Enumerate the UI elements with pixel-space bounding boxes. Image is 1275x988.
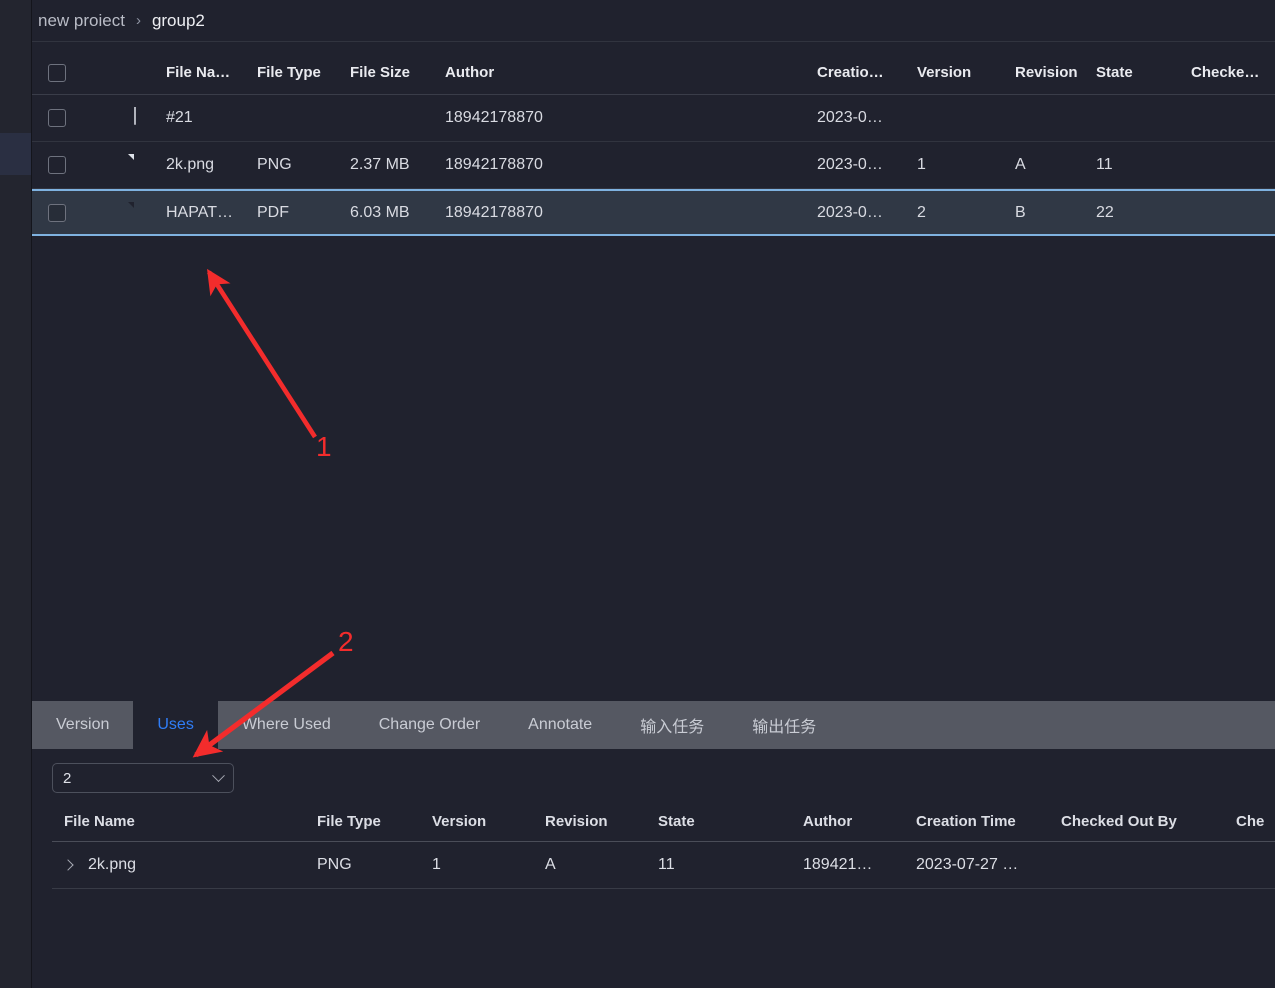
column-header-version[interactable]: Version [432,813,545,830]
cell-creation-time: 2023-0… [817,203,883,221]
uses-row-name-cell: 2k.png [52,856,317,874]
row-select-cell [32,109,125,127]
tab-uses[interactable]: Uses [133,701,218,749]
detail-panel: Version Uses Where Used Change Order Ann… [32,701,1275,889]
cell-creation-time: 2023-07-27 … [916,856,1019,873]
column-header-author[interactable]: Author [803,813,916,830]
cell-file-type: PDF [257,203,289,221]
column-header-file-name[interactable]: File Na… [162,64,255,82]
column-header-creation-time[interactable]: Creatio… [815,64,915,82]
column-header-checked-out-by[interactable]: Checked Out By [1061,813,1236,830]
annotation-label-2: 2 [338,626,354,657]
column-header-file-type[interactable]: File Type [317,813,432,830]
cell-author: 18942178870 [445,156,543,173]
chevron-right-icon[interactable] [62,859,74,871]
file-table-header: File Na… File Type File Size Author Crea… [32,42,1275,95]
breadcrumb-separator-icon: › [135,12,141,29]
version-select-value: 2 [63,769,72,787]
cell-file-size: 6.03 MB [350,203,410,221]
cell-version: 2 [917,203,926,221]
cell-revision: A [545,856,556,873]
pdf-file-icon: PDF [125,202,162,224]
column-header-revision[interactable]: Revision [1013,64,1094,82]
tab-annotate[interactable]: Annotate [504,701,616,749]
cell-file-type: PNG [257,156,292,173]
cell-revision: B [1015,203,1026,221]
table-row-selected[interactable]: PDF HAPAT… PDF 6.03 MB 18942178870 2023-… [32,189,1275,236]
table-row[interactable]: #21 18942178870 2023-0… [32,95,1275,142]
breadcrumb: new proiect › group2 [32,0,1275,42]
row-checkbox[interactable] [48,109,66,127]
column-header-file-type[interactable]: File Type [255,64,348,82]
column-header-revision[interactable]: Revision [545,813,658,830]
cell-file-name: #21 [166,109,193,126]
cell-creation-time: 2023-0… [817,109,883,126]
select-all-cell [32,64,125,82]
column-header-state[interactable]: State [1094,64,1189,82]
breadcrumb-root[interactable]: new proiect [38,11,125,31]
cell-revision: A [1015,156,1026,173]
cell-author: 18942178870 [445,203,543,221]
uses-table-header: File Name File Type Version Revision Sta… [52,802,1275,842]
left-rail [0,0,32,988]
cell-creation-time: 2023-0… [817,156,883,173]
cell-state: 22 [1096,203,1114,221]
chevron-down-icon [212,768,225,782]
cell-file-name: HAPAT… [166,203,233,221]
version-select[interactable]: 2 [52,763,234,793]
cell-file-type: PNG [317,856,352,873]
column-header-che[interactable]: Che [1236,813,1275,830]
select-all-checkbox[interactable] [48,64,66,82]
tab-change-order[interactable]: Change Order [355,701,504,749]
main-content: new proiect › group2 File Na… File Type … [32,0,1275,988]
uses-table-row[interactable]: 2k.png PNG 1 A 11 189421… 2023-07-27 … [52,842,1275,889]
cell-state: 11 [658,856,675,873]
row-checkbox[interactable] [48,156,66,174]
cell-file-name: 2k.png [166,156,215,173]
folder-icon [125,107,162,129]
detail-tabbar: Version Uses Where Used Change Order Ann… [32,701,1275,749]
left-rail-active-item[interactable] [0,133,31,175]
app-root: new proiect › group2 File Na… File Type … [0,0,1275,988]
table-row[interactable]: 2k.png PNG 2.37 MB 18942178870 2023-0… 1… [32,142,1275,189]
tab-where-used[interactable]: Where Used [218,701,355,749]
row-select-cell [32,156,125,174]
column-header-state[interactable]: State [658,813,803,830]
column-header-checked-out-by[interactable]: Checke… [1189,64,1275,82]
file-table: File Na… File Type File Size Author Crea… [32,42,1275,236]
empty-area [32,236,1275,701]
detail-panel-body: 2 File Name File Type Version Revision S… [32,763,1275,889]
cell-version: 1 [917,156,926,173]
cell-version: 1 [432,856,441,873]
cell-author: 189421… [803,856,873,873]
cell-state: 11 [1096,156,1113,173]
breadcrumb-leaf[interactable]: group2 [152,11,205,31]
row-select-cell [32,203,125,222]
column-header-file-size[interactable]: File Size [348,64,443,82]
cell-file-name: 2k.png [88,856,137,873]
column-header-file-name[interactable]: File Name [52,813,317,830]
tab-output-task[interactable]: 输出任务 [728,701,840,749]
tab-version[interactable]: Version [32,701,134,749]
row-checkbox[interactable] [48,203,66,222]
column-header-author[interactable]: Author [443,64,815,82]
annotation-label-1: 1 [316,431,332,462]
tab-input-task[interactable]: 输入任务 [616,701,728,749]
image-file-icon [125,154,162,176]
column-header-version[interactable]: Version [915,64,1013,82]
cell-author: 18942178870 [445,109,543,126]
cell-file-size: 2.37 MB [350,156,410,173]
column-header-creation-time[interactable]: Creation Time [916,813,1061,830]
